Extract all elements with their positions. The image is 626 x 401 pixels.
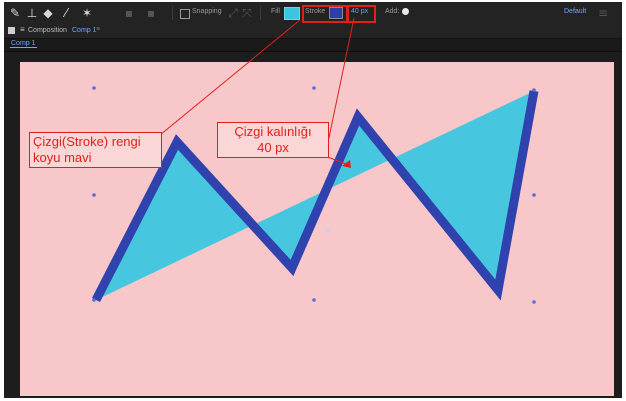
annotation-stroke-color: Çizgi(Stroke) rengi koyu mavi xyxy=(29,132,162,168)
handle-mid-left xyxy=(92,193,96,197)
handle-bottom-center xyxy=(312,298,316,302)
handle-top-left xyxy=(92,86,96,90)
canvas-overlay xyxy=(91,17,539,304)
annotation-stroke-width: Çizgi kalınlığı 40 px xyxy=(217,122,329,158)
handle-mid-right xyxy=(532,193,536,197)
handle-top-right xyxy=(532,88,536,92)
leader-line-stroke-color xyxy=(159,19,301,136)
anchor-point xyxy=(325,227,331,233)
handle-bottom-left xyxy=(92,298,96,302)
handle-top-center xyxy=(312,86,316,90)
handle-bottom-right xyxy=(532,300,536,304)
